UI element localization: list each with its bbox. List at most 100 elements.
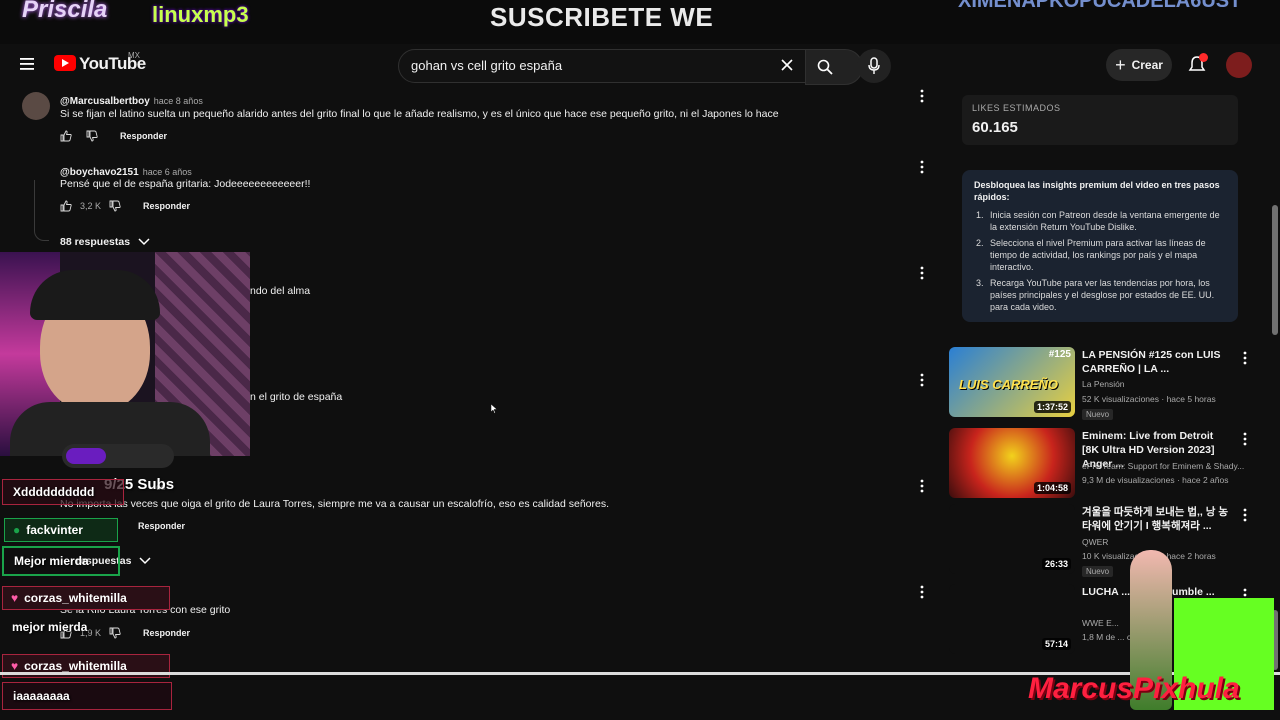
notification-badge	[1199, 53, 1208, 62]
clear-search-icon[interactable]	[779, 57, 795, 73]
comment-actions: 3,2 K Responder	[60, 200, 190, 212]
video-thumbnail[interactable]: 1:04:58	[949, 428, 1075, 498]
comment-actions: Responder	[60, 130, 167, 142]
estimated-likes-card: LIKES ESTIMADOS 60.165	[962, 95, 1238, 145]
microphone-icon	[868, 57, 880, 74]
more-options-icon[interactable]	[920, 373, 924, 387]
comment-author[interactable]: @Marcusalbertboy	[60, 96, 150, 107]
overlay-ximena-text: XIMENAPKOPUCADELA6UST	[958, 0, 1242, 12]
video-channel[interactable]: ePro Team: Support for Eminem & Shady...	[1082, 461, 1244, 471]
more-options-icon[interactable]	[1243, 508, 1247, 522]
video-meta: 9,3 M de visualizaciones · hace 2 años	[1082, 475, 1229, 485]
likes-value: 60.165	[972, 119, 1018, 136]
video-duration: 1:04:58	[1033, 482, 1071, 494]
chat-username: ● fackvinter	[4, 518, 118, 542]
video-duration: 1:37:52	[1033, 401, 1071, 413]
chat-message: Mejor mierda	[2, 546, 120, 576]
video-channel[interactable]: La Pensión	[1082, 379, 1125, 389]
chevron-down-icon	[139, 557, 151, 565]
hamburger-menu-icon[interactable]	[14, 54, 40, 74]
chat-message: iaaaaaaaa	[2, 682, 172, 710]
voice-search-button[interactable]	[857, 49, 891, 83]
video-channel[interactable]: WWE E...	[1082, 618, 1119, 628]
search-button[interactable]	[805, 49, 863, 85]
chat-message: Xdddddddddd	[2, 479, 124, 505]
comment-avatar[interactable]	[22, 92, 50, 120]
more-options-icon[interactable]	[920, 160, 924, 174]
reply-thread-line	[34, 180, 49, 241]
account-avatar[interactable]	[1226, 52, 1252, 78]
insights-step: 2. Selecciona el nivel Premium para activ…	[976, 238, 1206, 272]
search-query-text[interactable]: gohan vs cell grito españa	[411, 58, 562, 73]
thumbnail-text: LUIS CARREÑO	[959, 377, 1058, 392]
reply-button[interactable]: Responder	[143, 628, 190, 638]
more-options-icon[interactable]	[920, 266, 924, 280]
heart-icon: ♥	[11, 659, 19, 673]
comment-header: @Marcusalbertboy hace 8 años	[60, 91, 203, 109]
region-code: MX	[128, 51, 140, 60]
comment-text: Pensé que el de españa gritaria: Jodeeee…	[60, 178, 311, 190]
comment-text: n el grito de españa	[250, 391, 343, 403]
video-meta: 52 K visualizaciones · hace 5 horas	[1082, 394, 1216, 404]
video-duration: 57:14	[1041, 638, 1071, 650]
youtube-play-icon	[54, 55, 76, 71]
like-icon[interactable]	[60, 130, 72, 142]
replies-toggle[interactable]: 88 respuestas	[60, 236, 150, 248]
comment-time[interactable]: hace 8 años	[154, 96, 203, 106]
recommended-video[interactable]: 1:04:58 Eminem: Live from Detroit [8K Ul…	[949, 428, 1249, 500]
streamer-hair	[30, 270, 160, 320]
replies-count: 88 respuestas	[60, 236, 131, 248]
chevron-down-icon	[138, 238, 150, 246]
user-icon: ●	[13, 523, 21, 537]
more-options-icon[interactable]	[920, 585, 924, 599]
comment-author[interactable]: @boychavo2151	[60, 167, 139, 178]
search-icon	[817, 59, 833, 75]
overlay-priscila-text: Priscila	[22, 0, 108, 23]
search-input[interactable]: gohan vs cell grito españa	[398, 49, 806, 83]
insights-step: 3. Recarga YouTube para ver las tendencia…	[976, 278, 1215, 312]
page-scrollbar[interactable]	[1272, 205, 1278, 335]
dislike-icon[interactable]	[109, 200, 121, 212]
reply-button[interactable]: Responder	[138, 521, 185, 531]
more-options-icon[interactable]	[1243, 432, 1247, 446]
youtube-logo[interactable]: YouTube MX	[54, 51, 154, 75]
chat-username: ♥ corzas_whitemilla	[2, 586, 170, 610]
new-badge: Nuevo	[1082, 566, 1114, 577]
comment-time[interactable]: hace 6 años	[143, 167, 192, 177]
more-options-icon[interactable]	[1243, 351, 1247, 365]
reply-button[interactable]: Responder	[143, 201, 190, 211]
overlay-subscribe-text: SUSCRIBETE WE	[490, 2, 714, 32]
plus-icon: +	[1115, 54, 1126, 75]
premium-insights-card: Desbloquea las insights premium del vide…	[962, 170, 1238, 322]
video-title[interactable]: 겨울을 따듯하게 보내는 법,, 낭 농타워에 안기기 I 행복해져라 ...	[1082, 505, 1230, 533]
reply-button[interactable]: Responder	[120, 131, 167, 141]
heart-icon: ♥	[11, 591, 19, 605]
video-thumbnail[interactable]: 26:33	[949, 504, 1075, 574]
more-options-icon[interactable]	[920, 89, 924, 103]
streamer-logo-text: MarcusPixhula	[1028, 672, 1240, 705]
create-label: Crear	[1131, 58, 1163, 72]
youtube-header: YouTube MX gohan vs cell grito españa + …	[0, 44, 1280, 85]
stream-overlay-top: Priscila linuxmp3 SUSCRIBETE WE XIMENAPK…	[0, 0, 1280, 44]
like-count: 3,2 K	[80, 201, 102, 211]
chat-message: mejor mierda	[12, 620, 88, 634]
subs-goal-fill	[66, 448, 106, 464]
comment-text: No importa las veces que oiga el grito d…	[60, 498, 610, 510]
insights-title: Desbloquea las insights premium del vide…	[974, 180, 1220, 202]
thumbnail-number: #125	[1048, 349, 1071, 360]
insights-step: 1. Inicia sesión con Patreon desde la ven…	[976, 210, 1220, 232]
video-channel[interactable]: QWER	[1082, 537, 1108, 547]
likes-label: LIKES ESTIMADOS	[972, 103, 1061, 113]
webcam-feed	[0, 252, 250, 456]
create-button[interactable]: + Crear	[1106, 49, 1172, 81]
video-thumbnail[interactable]: 57:14	[949, 584, 1075, 654]
dislike-icon[interactable]	[86, 130, 98, 142]
video-thumbnail[interactable]: LUIS CARREÑO #125 1:37:52	[949, 347, 1075, 417]
like-icon[interactable]	[60, 200, 72, 212]
more-options-icon[interactable]	[920, 479, 924, 493]
mouse-cursor-icon	[491, 404, 497, 414]
video-title[interactable]: LA PENSIÓN #125 con LUIS CARREÑO | LA ..…	[1082, 348, 1230, 376]
recommended-video[interactable]: 26:33 겨울을 따듯하게 보내는 법,, 낭 농타워에 안기기 I 행복해져…	[949, 504, 1249, 577]
recommended-video[interactable]: LUIS CARREÑO #125 1:37:52 LA PENSIÓN #12…	[949, 347, 1249, 420]
comment-text: ndo del alma	[250, 285, 311, 297]
